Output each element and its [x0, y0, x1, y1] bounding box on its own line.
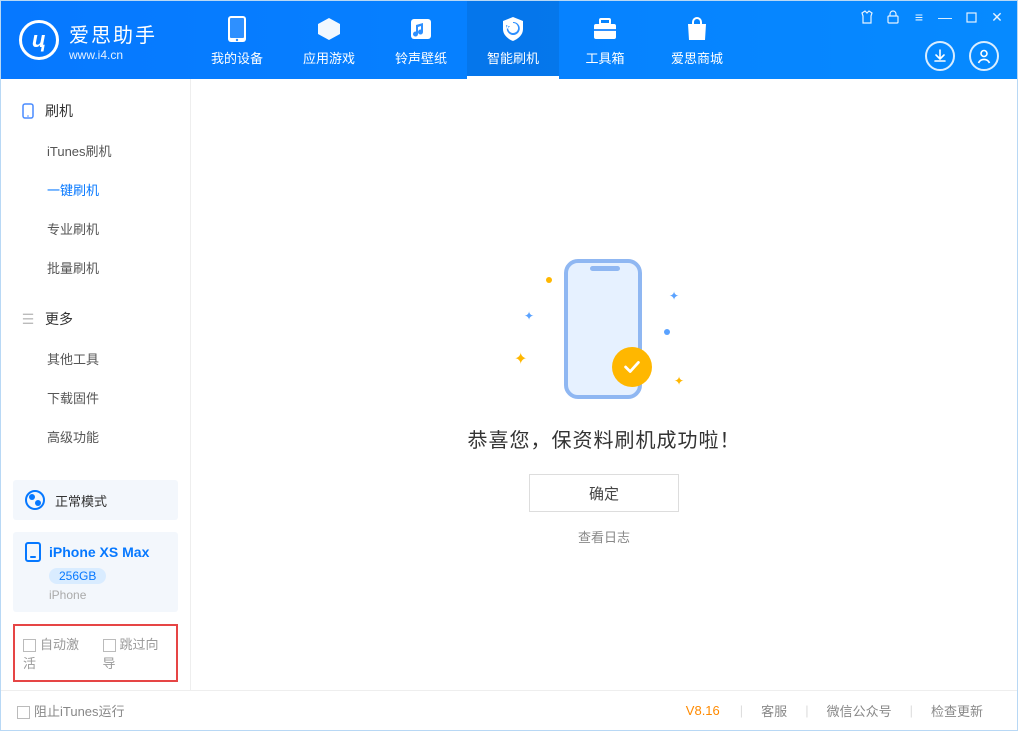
device-name: iPhone XS Max [49, 544, 149, 560]
sidebar-item-pro-flash[interactable]: 专业刷机 [1, 209, 190, 248]
nav-label: 智能刷机 [487, 48, 539, 67]
sidebar-group-more: ☰ 更多 [1, 303, 190, 339]
footer-link-wechat[interactable]: 微信公众号 [809, 701, 910, 720]
ok-button[interactable]: 确定 [529, 474, 679, 512]
minimize-button[interactable]: — [937, 9, 953, 25]
device-icon [226, 14, 248, 44]
device-icon [25, 542, 41, 562]
mode-card[interactable]: 正常模式 [13, 480, 178, 520]
sidebar-item-itunes-flash[interactable]: iTunes刷机 [1, 131, 190, 170]
maximize-button[interactable] [963, 9, 979, 25]
device-type: iPhone [49, 588, 166, 602]
nav-label: 应用游戏 [303, 48, 355, 67]
sparkle-icon: ✦ [524, 309, 534, 323]
footer-link-update[interactable]: 检查更新 [913, 701, 1001, 720]
view-log-link[interactable]: 查看日志 [578, 527, 630, 546]
music-icon [408, 14, 434, 44]
footer-link-support[interactable]: 客服 [743, 701, 805, 720]
check-badge-icon [612, 347, 652, 387]
nav-apps[interactable]: 应用游戏 [283, 1, 375, 79]
bag-icon [685, 14, 709, 44]
sidebar-item-download-firmware[interactable]: 下载固件 [1, 378, 190, 417]
mode-label: 正常模式 [55, 491, 107, 510]
window-controls: ≡ — ✕ [859, 9, 1005, 25]
logo: ц 爱思助手 www.i4.cn [1, 19, 191, 62]
footer: 阻止iTunes运行 V8.16 | 客服 | 微信公众号 | 检查更新 [1, 690, 1017, 730]
logo-url: www.i4.cn [69, 48, 157, 62]
dot-icon [546, 277, 552, 283]
nav-label: 爱思商城 [671, 48, 723, 67]
nav-label: 工具箱 [585, 48, 624, 67]
menu-icon[interactable]: ≡ [911, 9, 927, 25]
nav-ringtones[interactable]: 铃声壁纸 [375, 1, 467, 79]
options-box: 自动激活 跳过向导 [13, 624, 178, 682]
sparkle-icon: ✦ [514, 349, 527, 369]
checkbox-skip-guide[interactable]: 跳过向导 [103, 634, 169, 672]
checkbox-auto-activate[interactable]: 自动激活 [23, 634, 89, 672]
close-button[interactable]: ✕ [989, 9, 1005, 25]
sparkle-icon: ✦ [674, 374, 684, 388]
nav-toolbox[interactable]: 工具箱 [559, 1, 651, 79]
sidebar-item-batch-flash[interactable]: 批量刷机 [1, 248, 190, 287]
lock-icon[interactable] [885, 9, 901, 25]
group-title: 刷机 [45, 101, 73, 121]
checkbox-block-itunes[interactable]: 阻止iTunes运行 [17, 701, 125, 720]
nav-my-device[interactable]: 我的设备 [191, 1, 283, 79]
sidebar-item-other-tools[interactable]: 其他工具 [1, 339, 190, 378]
sidebar-group-flash: 刷机 [1, 95, 190, 131]
user-button[interactable] [969, 41, 999, 71]
nav-label: 铃声壁纸 [395, 48, 447, 67]
main-nav: 我的设备 应用游戏 铃声壁纸 智能刷机 工具箱 爱思商城 [191, 1, 743, 79]
success-illustration: ✦ ✦ ✦ ✦ [494, 249, 714, 409]
app-header: ц 爱思助手 www.i4.cn 我的设备 应用游戏 铃声壁纸 智能刷机 工具箱 [1, 1, 1017, 79]
nav-label: 我的设备 [211, 48, 263, 67]
shield-refresh-icon [499, 14, 527, 44]
cube-icon [315, 14, 343, 44]
nav-flash[interactable]: 智能刷机 [467, 1, 559, 79]
success-message: 恭喜您，保资料刷机成功啦！ [468, 424, 741, 453]
sidebar-item-advanced[interactable]: 高级功能 [1, 417, 190, 456]
sparkle-icon: ✦ [669, 289, 679, 303]
list-icon: ☰ [19, 311, 37, 328]
phone-icon [19, 103, 37, 119]
shirt-icon[interactable] [859, 9, 875, 25]
version-label: V8.16 [686, 703, 720, 718]
sidebar-item-oneclick-flash[interactable]: 一键刷机 [1, 170, 190, 209]
mode-icon [25, 490, 45, 510]
dot-icon [664, 329, 670, 335]
device-card[interactable]: iPhone XS Max 256GB iPhone [13, 532, 178, 612]
toolbox-icon [591, 14, 619, 44]
download-button[interactable] [925, 41, 955, 71]
logo-icon: ц [19, 20, 59, 60]
capacity-badge: 256GB [49, 568, 106, 584]
content-area: ✦ ✦ ✦ ✦ 恭喜您，保资料刷机成功啦！ 确定 查看日志 [191, 79, 1017, 690]
sidebar: 刷机 iTunes刷机 一键刷机 专业刷机 批量刷机 ☰ 更多 其他工具 下载固… [1, 79, 191, 690]
group-title: 更多 [45, 309, 73, 329]
logo-title: 爱思助手 [69, 19, 157, 48]
nav-store[interactable]: 爱思商城 [651, 1, 743, 79]
